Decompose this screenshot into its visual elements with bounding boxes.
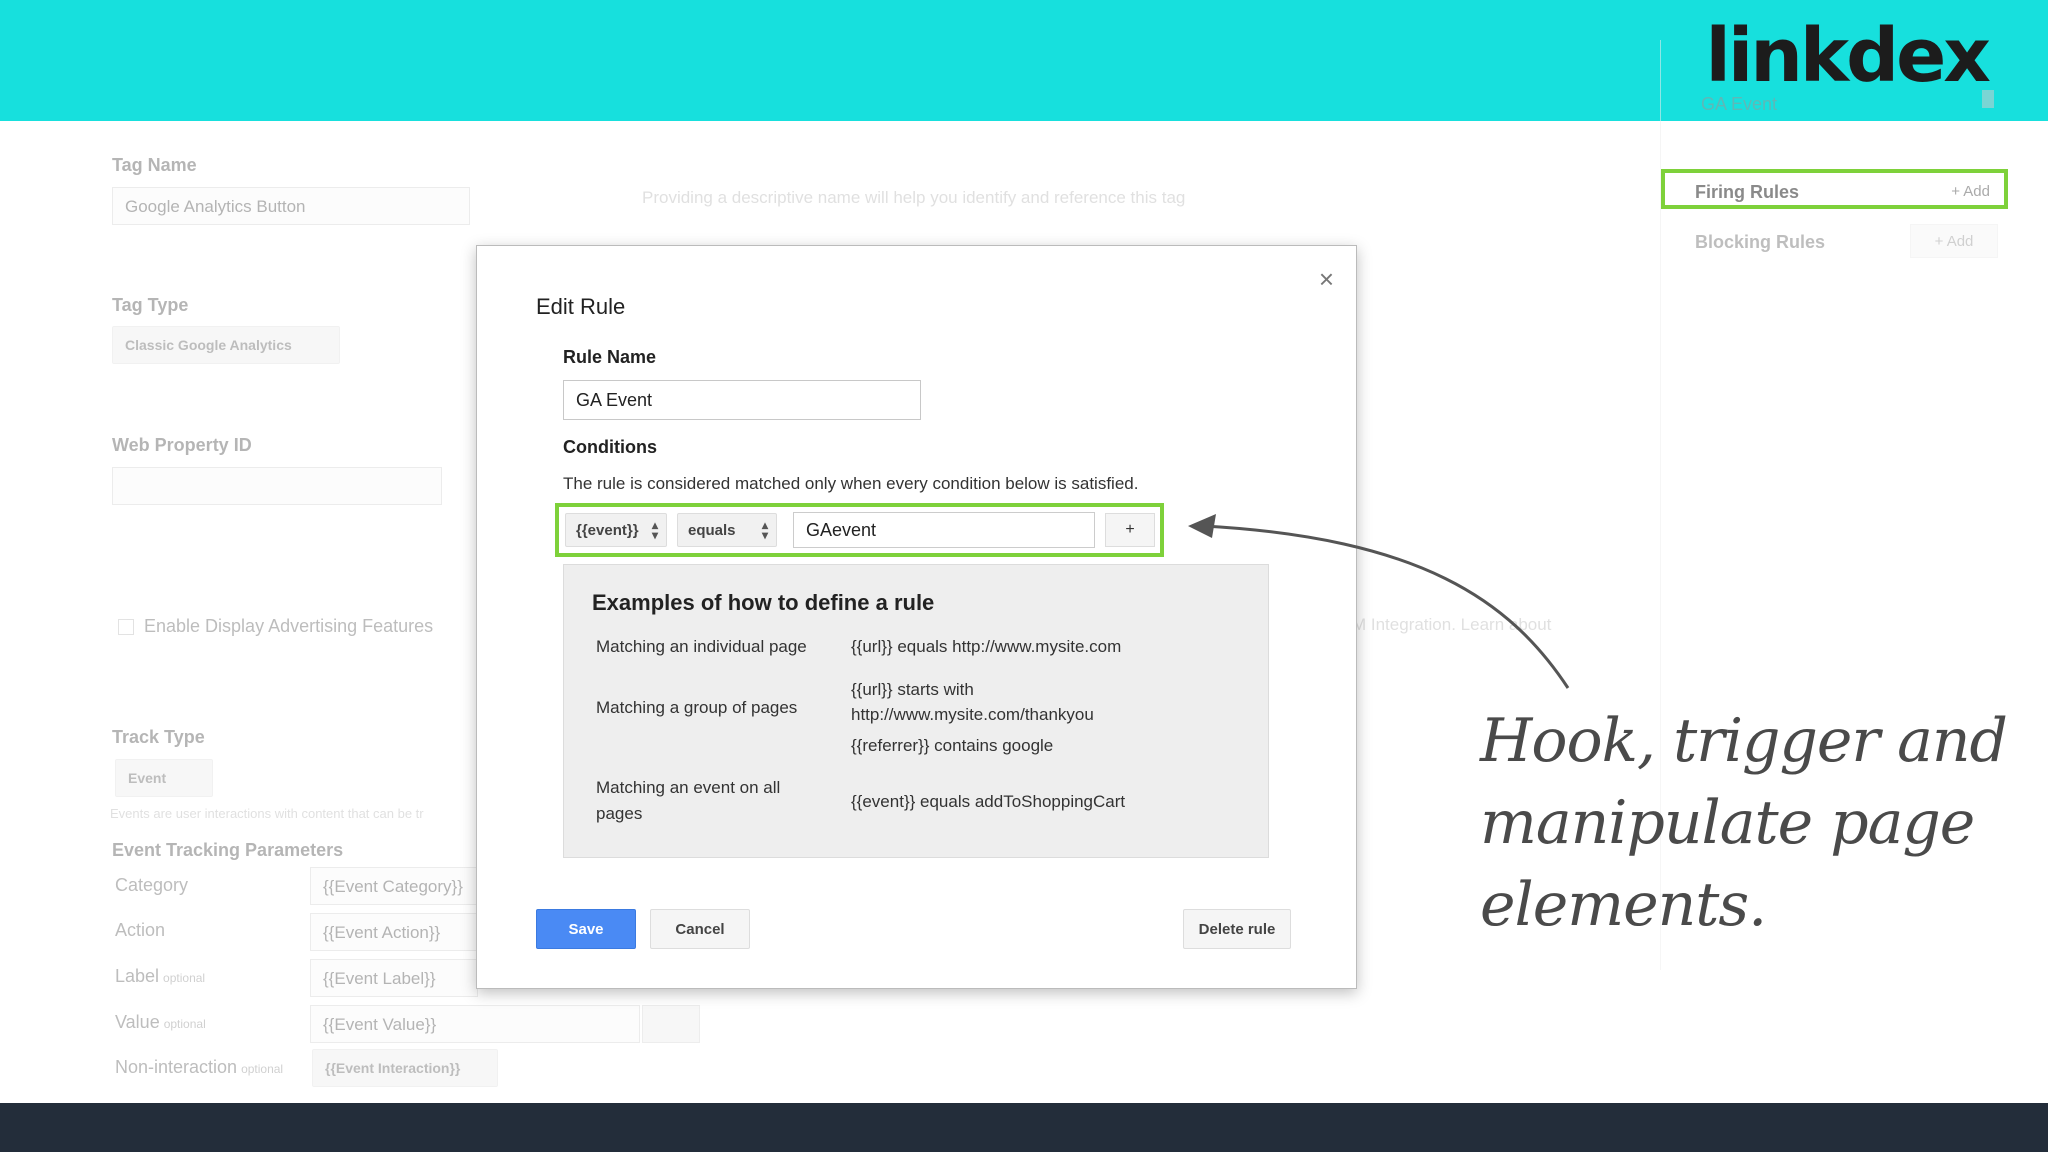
param-input-value[interactable]: {{Event Value}} xyxy=(310,1005,640,1043)
annotation-arrow-icon xyxy=(1188,514,1570,689)
tag-name-label: Tag Name xyxy=(112,155,197,175)
rule-name-input[interactable]: GA Event xyxy=(563,380,921,420)
param-input-action[interactable]: {{Event Action}} xyxy=(310,913,478,951)
example-label: Matching a group of pages xyxy=(596,698,798,717)
close-icon[interactable]: × xyxy=(1319,264,1334,295)
checkbox[interactable] xyxy=(118,619,134,636)
firing-rule-item[interactable]: GA Event xyxy=(1701,94,1777,115)
example-label: Matching an individual page xyxy=(596,637,807,656)
operator-select-value: equals xyxy=(688,521,736,539)
firing-rules-label: Firing Rules xyxy=(1695,182,1800,202)
param-label-value: Value optional xyxy=(115,1012,206,1032)
cancel-button[interactable]: Cancel xyxy=(650,909,750,949)
tag-type-select[interactable]: Classic Google Analytics xyxy=(112,326,340,364)
track-type-label: Track Type xyxy=(112,727,205,747)
condition-row: {{event}} ▴ ▾ equals ▴ ▾ GAevent + xyxy=(555,503,1164,557)
firing-rules-header: Firing Rules + Add xyxy=(1661,169,2008,209)
examples-title: Examples of how to define a rule xyxy=(592,590,935,615)
param-label-label: Label optional xyxy=(115,966,206,986)
example-label: Matching an event on all xyxy=(596,778,781,797)
operator-select[interactable]: equals ▴ ▾ xyxy=(677,513,777,547)
example-value: {{referrer}} contains google xyxy=(851,736,1054,755)
annotation-line: elements. xyxy=(1480,870,1767,940)
dialog-title: Edit Rule xyxy=(536,294,626,319)
blocking-add-button[interactable]: + Add xyxy=(1910,224,1998,258)
save-button[interactable]: Save xyxy=(536,909,636,949)
tag-name-hint: Providing a descriptive name will help y… xyxy=(642,188,1186,207)
example-value: {{url}} equals http://www.mysite.com xyxy=(851,637,1122,656)
blocking-rules-label: Blocking Rules xyxy=(1695,232,1826,252)
tag-name-input[interactable]: Google Analytics Button xyxy=(112,187,470,225)
variable-select-value: {{event}} xyxy=(576,521,639,539)
param-label-category: Category xyxy=(115,875,189,895)
param-input-label[interactable]: {{Event Label}} xyxy=(310,959,478,997)
param-select-noninteraction[interactable]: {{Event Interaction}} xyxy=(312,1049,498,1087)
firing-add-button[interactable]: + Add xyxy=(1951,183,1990,200)
web-property-input[interactable] xyxy=(112,467,442,505)
events-hint: Events are user interactions with conten… xyxy=(110,806,424,821)
example-value: {{event}} equals addToShoppingCart xyxy=(851,792,1126,811)
display-features-checkbox-row[interactable]: Enable Display Advertising Features xyxy=(118,616,433,637)
example-label: pages xyxy=(596,804,643,823)
param-label-action: Action xyxy=(115,920,166,940)
conditions-description: The rule is considered matched only when… xyxy=(563,474,1139,493)
annotation-line: Hook, trigger and xyxy=(1480,706,2008,776)
select-arrows-icon: ▴ ▾ xyxy=(651,518,658,542)
conditions-label: Conditions xyxy=(563,437,657,457)
trash-icon[interactable] xyxy=(1982,90,1994,108)
variable-picker-icon[interactable] xyxy=(642,1005,700,1043)
tag-type-label: Tag Type xyxy=(112,295,189,315)
display-features-label: Enable Display Advertising Features xyxy=(144,616,434,636)
event-params-label: Event Tracking Parameters xyxy=(112,840,344,860)
add-condition-button[interactable]: + xyxy=(1105,513,1155,547)
annotation-line: manipulate page xyxy=(1480,788,1975,858)
annotation-text: Hook, trigger and manipulate page elemen… xyxy=(1480,700,2020,946)
variable-select[interactable]: {{event}} ▴ ▾ xyxy=(565,513,667,547)
example-value: {{url}} starts with xyxy=(851,680,974,699)
examples-panel: Examples of how to define a rule Matchin… xyxy=(563,564,1269,858)
select-arrows-icon: ▴ ▾ xyxy=(761,518,768,542)
rule-name-label: Rule Name xyxy=(563,347,657,367)
track-type-select[interactable]: Event xyxy=(115,759,213,797)
example-value: http://www.mysite.com/thankyou xyxy=(851,705,1094,724)
condition-value-input[interactable]: GAevent xyxy=(793,512,1095,548)
footer-bar xyxy=(0,1103,2048,1152)
param-label-noninteraction: Non-interaction optional xyxy=(115,1057,284,1077)
web-property-label: Web Property ID xyxy=(112,435,252,455)
param-input-category[interactable]: {{Event Category}} xyxy=(310,867,478,905)
delete-rule-button[interactable]: Delete rule xyxy=(1183,909,1291,949)
